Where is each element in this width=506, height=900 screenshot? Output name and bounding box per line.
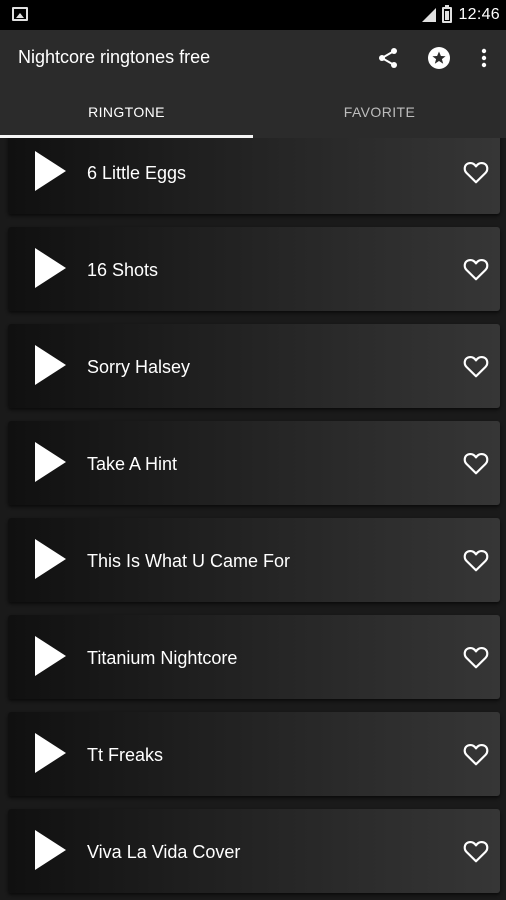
ringtone-title: Tt Freaks bbox=[87, 745, 164, 765]
image-icon bbox=[12, 7, 28, 21]
tab-bar: RINGTONE FAVORITE bbox=[0, 86, 506, 138]
ringtone-title: Titanium Nightcore bbox=[87, 648, 238, 668]
heart-icon[interactable] bbox=[463, 645, 489, 669]
app-toolbar: Nightcore ringtones free bbox=[0, 30, 506, 86]
play-icon[interactable] bbox=[35, 830, 66, 870]
ringtone-item[interactable]: Viva La Vida Cover bbox=[8, 809, 500, 893]
ringtone-title: This Is What U Came For bbox=[87, 551, 291, 571]
play-icon[interactable] bbox=[35, 248, 66, 288]
ringtone-item[interactable]: Take A Hint bbox=[8, 421, 500, 505]
heart-icon[interactable] bbox=[463, 451, 489, 475]
play-icon[interactable] bbox=[35, 345, 66, 385]
share-icon[interactable] bbox=[374, 44, 402, 72]
battery-icon bbox=[442, 5, 453, 23]
status-bar: 12:46 bbox=[0, 0, 506, 30]
ringtone-item[interactable]: 6 Little Eggs bbox=[8, 138, 500, 214]
ringtone-item[interactable]: This Is What U Came For bbox=[8, 518, 500, 602]
star-icon[interactable] bbox=[425, 44, 453, 72]
status-right: 12:46 bbox=[422, 0, 500, 30]
more-vertical-icon[interactable] bbox=[470, 44, 498, 72]
play-icon[interactable] bbox=[35, 733, 66, 773]
heart-icon[interactable] bbox=[463, 548, 489, 572]
ringtone-title: Sorry Halsey bbox=[87, 357, 191, 377]
play-icon[interactable] bbox=[35, 636, 66, 676]
play-icon[interactable] bbox=[35, 442, 66, 482]
ringtone-title: Take A Hint bbox=[87, 454, 178, 474]
status-time: 12:46 bbox=[458, 6, 500, 23]
ringtone-title: Viva La Vida Cover bbox=[87, 842, 241, 862]
ringtone-item[interactable]: Tt Freaks bbox=[8, 712, 500, 796]
heart-icon[interactable] bbox=[463, 354, 489, 378]
ringtone-item[interactable]: Titanium Nightcore bbox=[8, 615, 500, 699]
ringtone-list: 6 Little Eggs 16 Shots Sorry Halsey Take… bbox=[0, 138, 506, 900]
ringtone-item[interactable]: 16 Shots bbox=[8, 227, 500, 311]
ringtone-title: 16 Shots bbox=[87, 260, 159, 280]
heart-icon[interactable] bbox=[463, 742, 489, 766]
heart-icon[interactable] bbox=[463, 839, 489, 863]
app-title: Nightcore ringtones free bbox=[18, 47, 211, 67]
ringtone-title: 6 Little Eggs bbox=[87, 163, 187, 183]
signal-icon bbox=[422, 8, 437, 22]
tab-ringtone[interactable]: RINGTONE bbox=[0, 86, 253, 138]
ringtone-item[interactable]: Sorry Halsey bbox=[8, 324, 500, 408]
heart-icon[interactable] bbox=[463, 257, 489, 281]
heart-icon[interactable] bbox=[463, 160, 489, 184]
play-icon[interactable] bbox=[35, 539, 66, 579]
tab-favorite[interactable]: FAVORITE bbox=[253, 86, 506, 138]
play-icon[interactable] bbox=[35, 151, 66, 191]
